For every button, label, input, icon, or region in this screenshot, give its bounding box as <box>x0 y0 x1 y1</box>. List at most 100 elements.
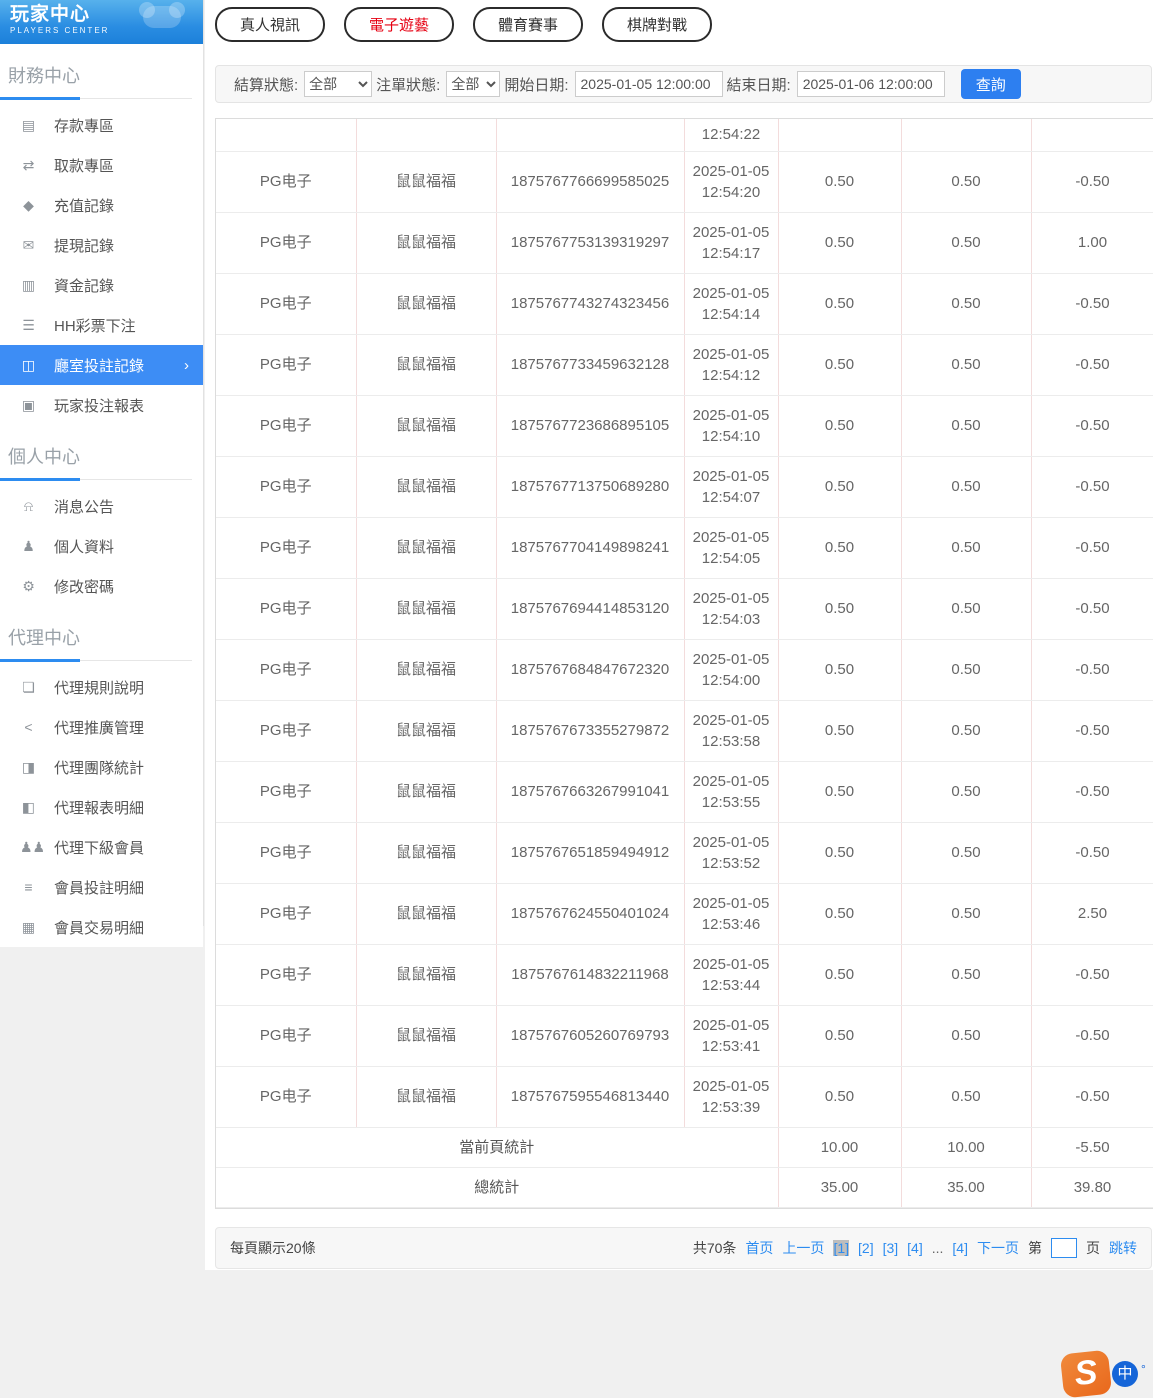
page-number-link[interactable]: [4] <box>907 1240 923 1256</box>
cell-time: 2025-01-05 12:54:03 <box>684 578 779 640</box>
sidebar-item-member-transaction-detail[interactable]: ▦ 會員交易明細 <box>0 907 203 947</box>
sidebar-item-label: 廳室投註記錄 <box>54 357 145 375</box>
sidebar-item-label: 取款專區 <box>54 157 115 175</box>
start-date-label: 開始日期: <box>504 76 569 94</box>
sidebar-item-agent-team-stats[interactable]: ◨ 代理團隊統計 <box>0 747 203 787</box>
sidebar-nav: 財務中心 ▤ 存款專區 ⇄ 取款專區 ◆ 充值記錄 ✉ 提現記錄 ▥ 資金記錄 ☰ HH彩票下注 ◫ 廳室投… <box>0 60 203 947</box>
jump-page-input[interactable] <box>1051 1237 1077 1258</box>
sidebar-item-label: HH彩票下注 <box>54 317 136 335</box>
cell-time-partial <box>901 119 1032 152</box>
sidebar-item-label: 存款專區 <box>54 117 115 135</box>
table-row: PG电子 鼠鼠福福 1875767673355279872 2025-01-05 12:… <box>216 700 1153 762</box>
sidebar-item-messages[interactable]: ⍾ 消息公告 <box>0 486 203 526</box>
cell-order: 1875767614832211968 <box>496 944 685 1006</box>
page-first-link[interactable]: 首页 <box>745 1238 773 1258</box>
sidebar-item-hall-bet-record[interactable]: ◫ 廳室投註記錄 › <box>0 345 203 385</box>
sidebar-item-label: 資金記錄 <box>54 277 115 295</box>
cell-time: 2025-01-05 12:53:46 <box>684 883 779 945</box>
tab-board-games[interactable]: 棋牌對戰 <box>602 7 713 42</box>
sidebar-item-label: 提現記錄 <box>54 237 115 255</box>
tab-sports[interactable]: 體育賽事 <box>473 7 584 42</box>
end-date-input[interactable] <box>796 71 945 97</box>
cell-time: 2025-01-05 12:53:52 <box>684 822 779 884</box>
sidebar-item-player-bet-report[interactable]: ▣ 玩家投注報表 <box>0 385 203 425</box>
tab-electronic-games[interactable]: 電子遊藝 <box>344 7 455 42</box>
settle-status-select[interactable]: 全部 <box>304 71 373 97</box>
cell-time-partial <box>356 119 497 152</box>
page-number-link[interactable]: [2] <box>858 1240 874 1256</box>
sidebar-item-label: 充值記錄 <box>54 197 115 215</box>
sidebar-item-label: 會員投註明細 <box>54 879 145 897</box>
bell-icon: ⍾ <box>23 497 34 514</box>
cell-game: PG电子 <box>216 1066 357 1128</box>
cell-order: 1875767694414853120 <box>496 578 685 640</box>
sidebar-item-label: 消息公告 <box>54 498 115 516</box>
hand-money-icon: ⇄ <box>22 156 35 173</box>
cell-name: 鼠鼠福福 <box>356 883 497 945</box>
sidebar-item-agent-rules[interactable]: ❏ 代理規則說明 <box>0 667 203 707</box>
tab-live-video[interactable]: 真人視訊 <box>215 7 326 42</box>
cell-game: PG电子 <box>216 944 357 1006</box>
sidebar-item-deposit[interactable]: ▤ 存款專區 <box>0 105 203 145</box>
cell-payout: 1.00 <box>1031 212 1153 274</box>
sidebar-item-member-bet-detail[interactable]: ≡ 會員投註明細 <box>0 867 203 907</box>
sidebar-item-agent-promotion[interactable]: < 代理推廣管理 <box>0 707 203 747</box>
sidebar-item-change-password[interactable]: ⚙ 修改密碼 <box>0 566 203 606</box>
cell-valid-bet: 0.50 <box>901 578 1032 640</box>
cell-payout: -0.50 <box>1031 822 1153 884</box>
page-prev-link[interactable]: 上一页 <box>782 1238 824 1258</box>
ledger-icon: ▦ <box>21 918 36 935</box>
sidebar: 玩家中心 PLAYERS CENTER 財務中心 ▤ 存款專區 ⇄ 取款專區 ◆ 充值記錄 ✉… <box>0 0 204 947</box>
search-button[interactable]: 查詢 <box>960 69 1021 99</box>
cell-order: 1875767704149898241 <box>496 517 685 579</box>
cell-order: 1875767713750689280 <box>496 456 685 518</box>
cell-time: 2025-01-05 12:54:14 <box>684 273 779 335</box>
summary-valid-bet: 35.00 <box>901 1167 1032 1208</box>
ticket-list-icon: ☰ <box>22 316 35 333</box>
table-row: PG电子 鼠鼠福福 1875767651859494912 2025-01-05 12:… <box>216 822 1153 884</box>
sidebar-item-withdraw[interactable]: ⇄ 取款專區 <box>0 145 203 185</box>
coin-purse-icon: ▥ <box>21 276 36 293</box>
page-last-number-link[interactable]: [4] <box>952 1240 968 1256</box>
sidebar-item-agent-report-detail[interactable]: ◧ 代理報表明細 <box>0 787 203 827</box>
bet-table-body: 12:54:22 PG电子 鼠鼠福福 1875767766699585025 2025-… <box>216 119 1153 1208</box>
sidebar-item-profile[interactable]: ♟ 個人資料 <box>0 526 203 566</box>
cell-name: 鼠鼠福福 <box>356 822 497 884</box>
sidebar-section-title: 財務中心 <box>0 60 192 100</box>
cell-time: 2025-01-05 12:54:07 <box>684 456 779 518</box>
sidebar-item-funds-record[interactable]: ▥ 資金記錄 <box>0 265 203 305</box>
jump-button[interactable]: 跳转 <box>1109 1238 1137 1258</box>
start-date-input[interactable] <box>574 71 723 97</box>
cell-payout: -0.50 <box>1031 639 1153 701</box>
layout-list-icon: ◫ <box>21 356 36 373</box>
table-row: PG电子 鼠鼠福福 1875767663267991041 2025-01-05 12:… <box>216 761 1153 823</box>
cell-valid-bet: 0.50 <box>901 883 1032 945</box>
page-number-link[interactable]: [1] <box>833 1239 850 1256</box>
sidebar-item-withdraw-record[interactable]: ✉ 提現記錄 <box>0 225 203 265</box>
category-tabs: 真人視訊 電子遊藝 體育賽事 棋牌對戰 <box>205 0 1153 42</box>
cell-valid-bet: 0.50 <box>901 151 1032 213</box>
cell-order: 1875767684847672320 <box>496 639 685 701</box>
page-next-link[interactable]: 下一页 <box>977 1238 1019 1258</box>
summary-label: 當前頁統計 <box>216 1127 779 1168</box>
cell-game: PG电子 <box>216 883 357 945</box>
filter-bar: 結算狀態: 全部 注單狀態: 全部 開始日期: 結束日期: 查詢 <box>215 65 1152 103</box>
s-widget-icon[interactable]: S <box>1059 1349 1113 1398</box>
cell-valid-bet: 0.50 <box>901 639 1032 701</box>
cell-valid-bet: 0.50 <box>901 944 1032 1006</box>
cell-time: 2025-01-05 12:54:17 <box>684 212 779 274</box>
cell-order: 1875767733459632128 <box>496 334 685 396</box>
cell-valid-bet: 0.50 <box>901 273 1032 335</box>
cell-bet: 0.50 <box>778 944 902 1006</box>
cell-name: 鼠鼠福福 <box>356 944 497 1006</box>
translate-widget-icon[interactable]: 中 <box>1112 1361 1138 1387</box>
cell-name: 鼠鼠福福 <box>356 578 497 640</box>
page-number-link[interactable]: [3] <box>883 1240 899 1256</box>
order-status-select[interactable]: 全部 <box>446 71 501 97</box>
cell-valid-bet: 0.50 <box>901 1005 1032 1067</box>
cell-name: 鼠鼠福福 <box>356 761 497 823</box>
sidebar-item-hh-lottery[interactable]: ☰ HH彩票下注 <box>0 305 203 345</box>
sidebar-item-recharge-record[interactable]: ◆ 充值記錄 <box>0 185 203 225</box>
sidebar-item-agent-sub-members[interactable]: ♟♟ 代理下級會員 <box>0 827 203 867</box>
gamepad-icon <box>139 2 185 28</box>
